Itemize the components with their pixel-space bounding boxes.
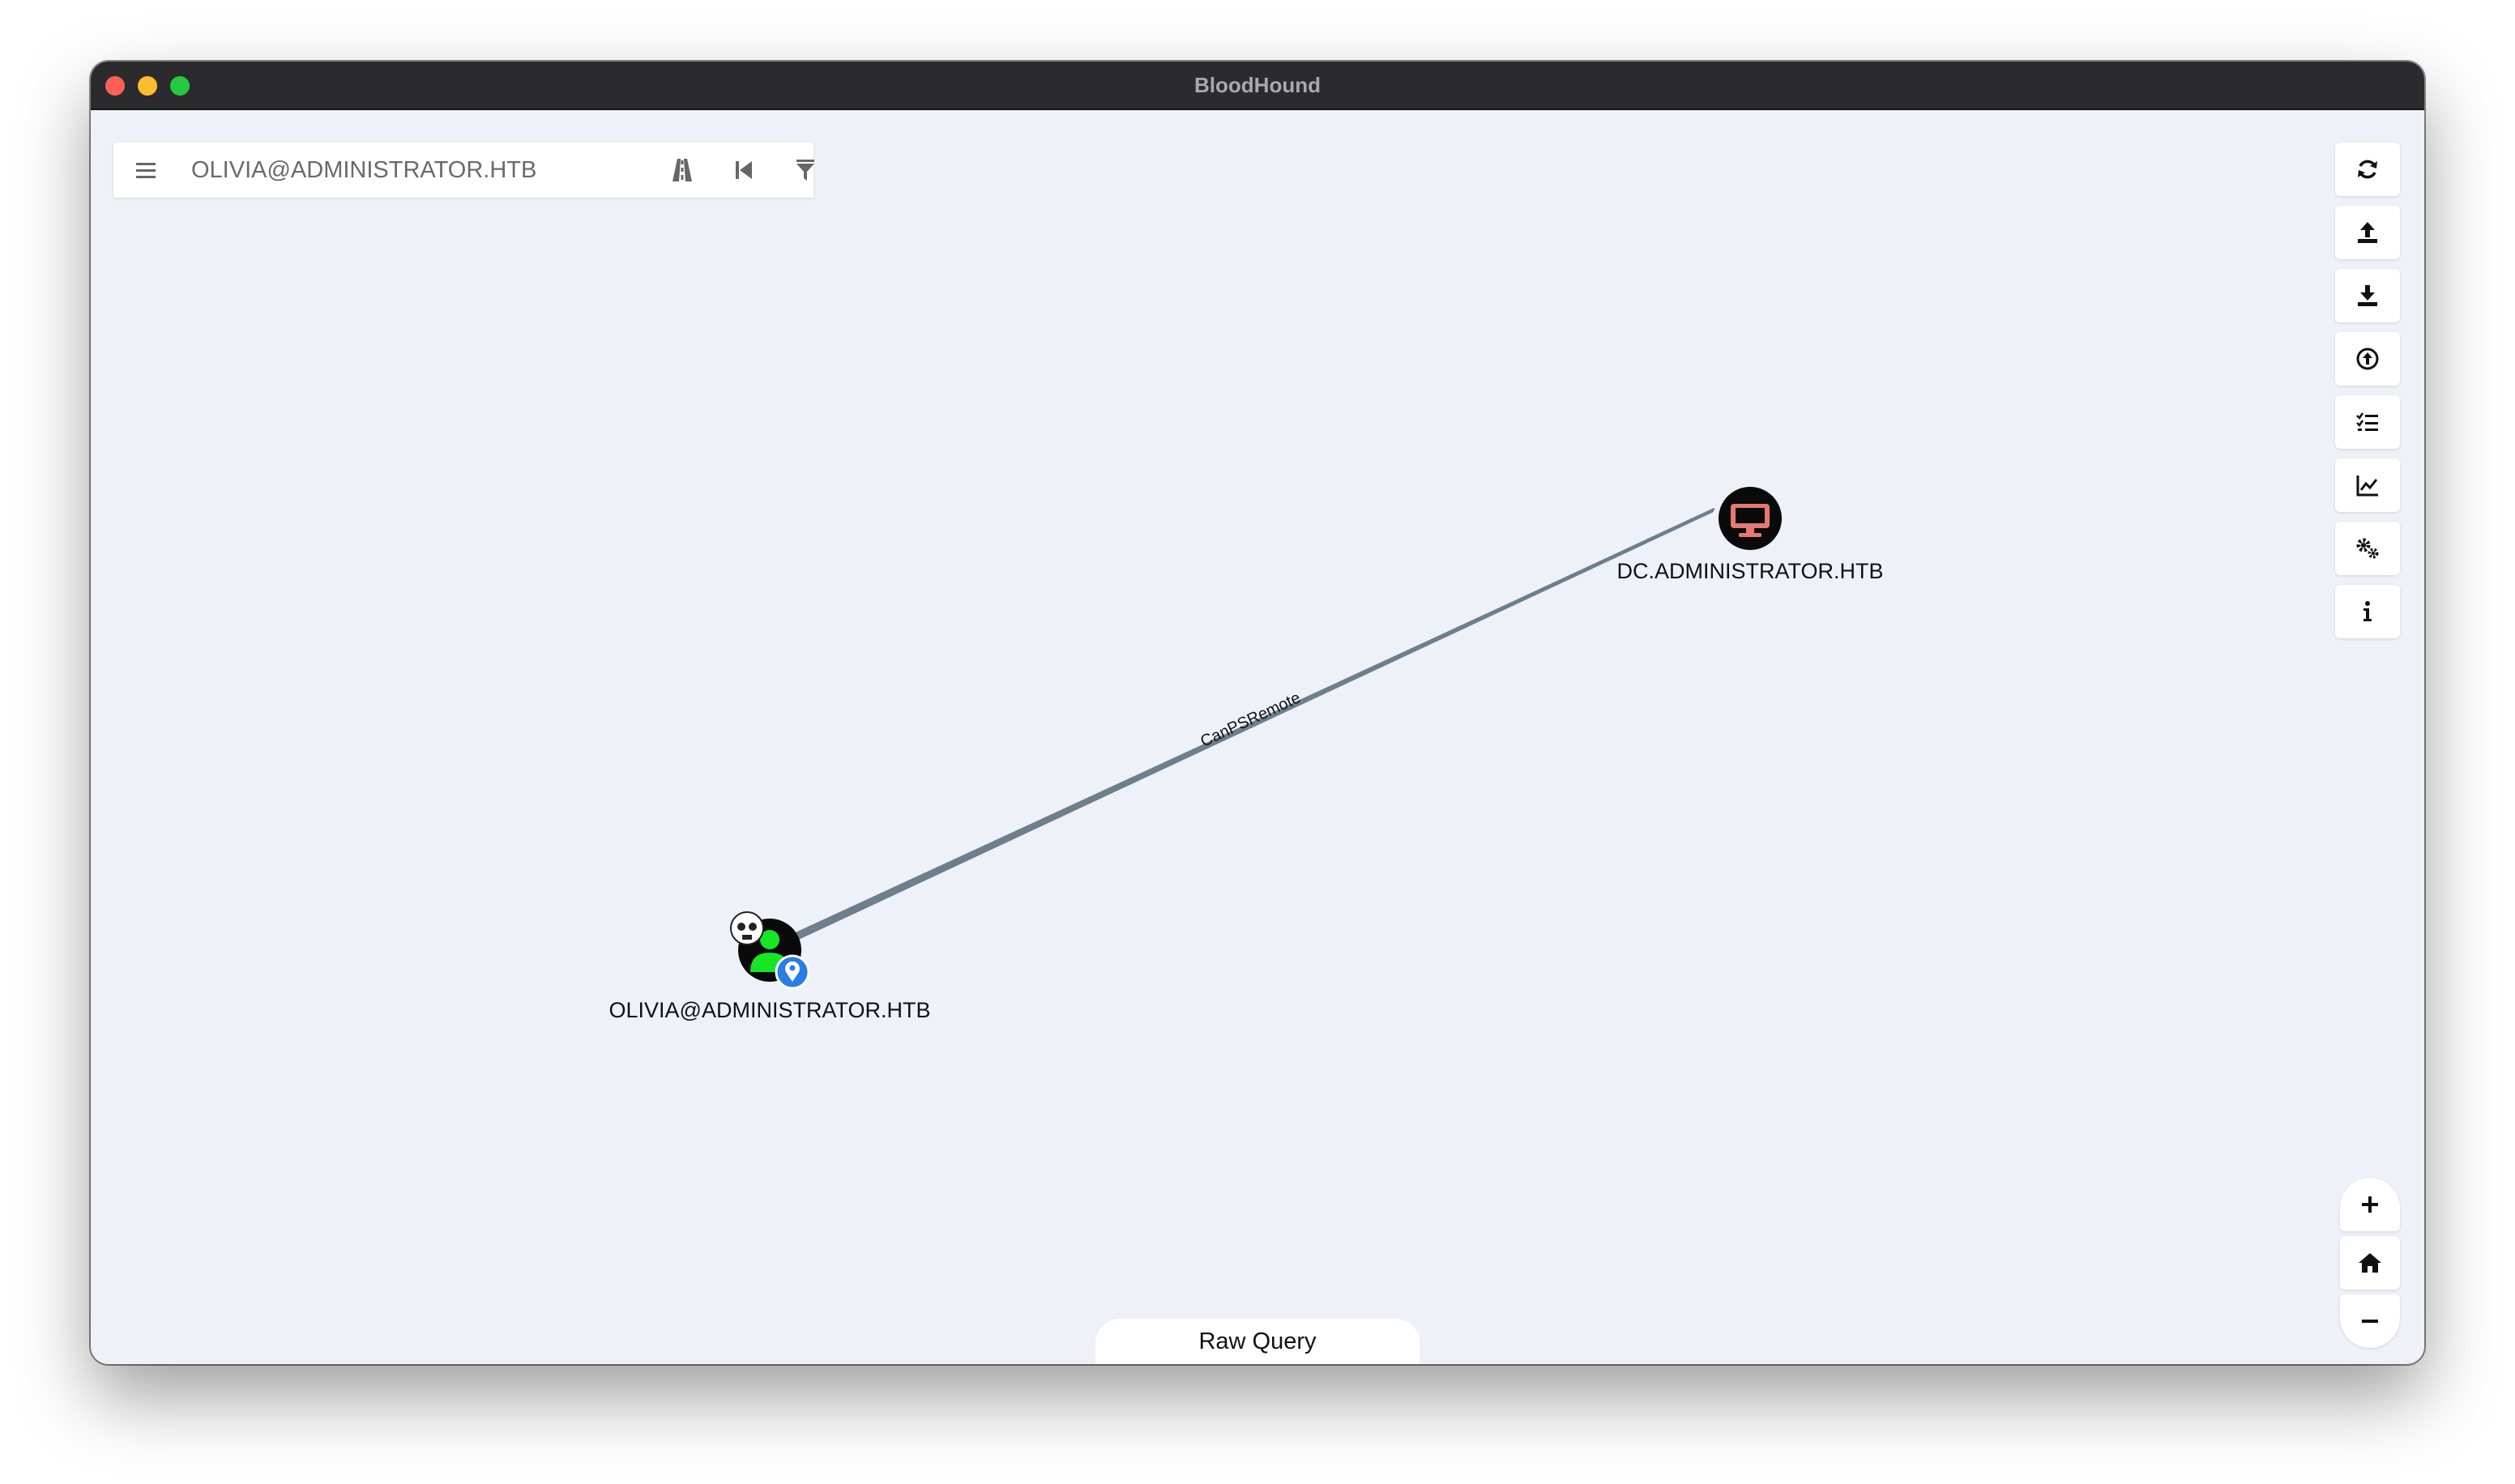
owned-skull-icon <box>730 911 764 945</box>
user-node[interactable]: OLIVIA@ADMINISTRATOR.HTB <box>609 911 931 1022</box>
chart-icon <box>2356 475 2378 497</box>
analysis-button[interactable] <box>2335 458 2400 512</box>
start-node-pin-icon <box>775 954 810 990</box>
refresh-icon <box>2358 160 2377 179</box>
graph-edge[interactable]: CanPSRemote <box>787 507 1718 945</box>
settings-button[interactable] <box>2335 522 2400 575</box>
download-icon <box>2358 285 2377 306</box>
edge-label: CanPSRemote <box>1198 689 1303 750</box>
computer-node-label: DC.ADMINISTRATOR.HTB <box>1616 559 1883 583</box>
zoom-out-icon <box>2362 1320 2378 1323</box>
download-button[interactable] <box>2335 269 2400 322</box>
import-button[interactable] <box>2335 332 2400 386</box>
upload-button[interactable] <box>2335 206 2400 259</box>
settings-icon <box>2356 538 2379 559</box>
app-window: BloodHound CanPSRemote DC.ADMINISTRATOR.… <box>91 62 2424 1364</box>
queries-list-icon <box>2356 412 2378 431</box>
pathfinding-icon[interactable] <box>668 156 697 185</box>
upload-icon <box>2358 222 2377 243</box>
search-bar <box>113 143 814 198</box>
import-icon <box>2356 348 2379 370</box>
user-node-label: OLIVIA@ADMINISTRATOR.HTB <box>609 998 931 1022</box>
graph-view: CanPSRemote DC.ADMINISTRATOR.HTB OLIVIA@… <box>609 487 1884 1022</box>
back-icon[interactable] <box>729 156 758 185</box>
home-button[interactable] <box>2340 1236 2400 1290</box>
info-icon <box>2363 601 2372 621</box>
zoom-in-icon <box>2362 1196 2378 1213</box>
queries-button[interactable] <box>2335 395 2400 449</box>
screen: BloodHound CanPSRemote DC.ADMINISTRATOR.… <box>0 0 2515 1484</box>
home-icon <box>2359 1253 2381 1273</box>
info-button[interactable] <box>2335 585 2400 638</box>
filter-icon[interactable] <box>791 156 820 185</box>
search-input[interactable] <box>191 151 629 190</box>
zoom-in-button[interactable] <box>2340 1178 2400 1231</box>
raw-query-toggle[interactable]: Raw Query <box>1095 1319 1420 1364</box>
menu-icon[interactable] <box>133 157 159 183</box>
refresh-button[interactable] <box>2335 143 2400 196</box>
